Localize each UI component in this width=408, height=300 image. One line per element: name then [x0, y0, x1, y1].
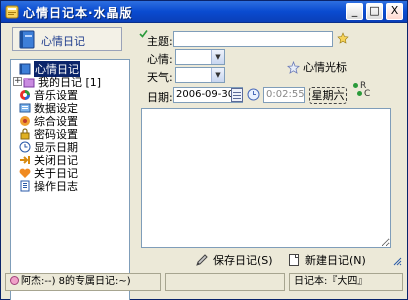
heart-icon [19, 168, 31, 178]
music-icon [20, 89, 30, 100]
pen-icon [196, 254, 208, 266]
minimize-button[interactable]: _ [346, 3, 363, 20]
mood-cursor-button[interactable]: 心情光标 [287, 59, 347, 75]
tree-item-label: 操作日志 [34, 179, 78, 193]
save-diary-label: 保存日记(S) [213, 254, 273, 267]
app-icon [5, 5, 19, 19]
status-middle-cell [165, 273, 285, 291]
mood-select[interactable]: ▼ [175, 49, 225, 65]
star-outline-icon [287, 60, 300, 74]
lock-icon [20, 127, 30, 139]
radio-c-label: C [364, 89, 371, 99]
radio-c-dot [357, 91, 362, 96]
status-diary-cell: 日记本:『大四』 [289, 273, 403, 291]
subject-input[interactable] [173, 31, 333, 47]
book-icon [19, 30, 35, 49]
log-icon [20, 180, 30, 191]
star-icon[interactable] [337, 32, 349, 44]
weekday-button[interactable]: 星期六 [309, 87, 347, 104]
new-diary-button[interactable]: 新建日记(N) [287, 251, 366, 269]
time-field[interactable]: 0:02:55 [263, 87, 305, 103]
diary-banner-label: 心情日记 [41, 35, 85, 48]
settings-icon [20, 115, 30, 126]
status-diary-text: 日记本:『大四』 [294, 276, 368, 287]
status-user-cell: 阿杰:--) 8的专属日记:~) [5, 273, 161, 291]
weather-select[interactable]: ▼ [175, 67, 225, 83]
app-window: 心情日记本·水晶版 _ □ X 心情日记 + 心情日记 我的日记 [1] 音乐设… [0, 0, 408, 300]
diary-editor[interactable] [141, 108, 391, 248]
data-icon [19, 103, 31, 112]
tree-expander[interactable]: + [13, 77, 22, 86]
title-bar[interactable]: 心情日记本·水晶版 _ □ X [1, 1, 407, 23]
mood-cursor-label: 心情光标 [303, 61, 347, 74]
date-value: 2006-09-30 [176, 89, 235, 100]
chevron-down-icon: ▼ [211, 68, 224, 82]
new-page-icon [289, 254, 299, 266]
weather-label: 天气: [147, 71, 173, 84]
close-arrow-icon [20, 155, 30, 164]
calendar-icon[interactable] [231, 88, 243, 102]
editor-pane: 主题: 心情: ▼ 天气: ▼ 心情光标 日期: 2006-09-30 0:02… [137, 25, 395, 287]
chevron-down-icon: ▼ [211, 50, 224, 64]
clock-icon [247, 88, 260, 101]
user-icon [10, 276, 19, 285]
navigation-tree[interactable]: + 心情日记 我的日记 [1] 音乐设置 数据设定 综合设置 密码设置 显示日期… [10, 59, 130, 300]
close-button[interactable]: X [386, 3, 403, 20]
status-user-text: 阿杰:--) 8的专属日记:~) [21, 276, 131, 287]
navigation-pane: 心情日记 + 心情日记 我的日记 [1] 音乐设置 数据设定 综合设置 密码设置… [10, 25, 132, 300]
status-bar: 阿杰:--) 8的专属日记:~) 日记本:『大四』 [5, 273, 403, 291]
date-label: 日期: [147, 91, 173, 104]
save-diary-button[interactable]: 保存日记(S) [195, 251, 273, 269]
radio-r-dot [353, 83, 358, 88]
maximize-button[interactable]: □ [366, 3, 383, 20]
new-diary-label: 新建日记(N) [305, 254, 366, 267]
window-title: 心情日记本·水晶版 [23, 6, 133, 20]
resize-grip-icon[interactable] [393, 257, 402, 266]
time-value: 0:02:55 [266, 89, 305, 100]
diary-banner[interactable]: 心情日记 [12, 27, 122, 51]
tree-item-operation-log[interactable]: 操作日志 [19, 179, 78, 193]
mood-label: 心情: [147, 53, 173, 66]
book-icon [19, 63, 31, 74]
radio-c[interactable]: C [357, 89, 387, 101]
clock-icon [19, 141, 31, 152]
subject-label: 主题: [147, 35, 173, 48]
